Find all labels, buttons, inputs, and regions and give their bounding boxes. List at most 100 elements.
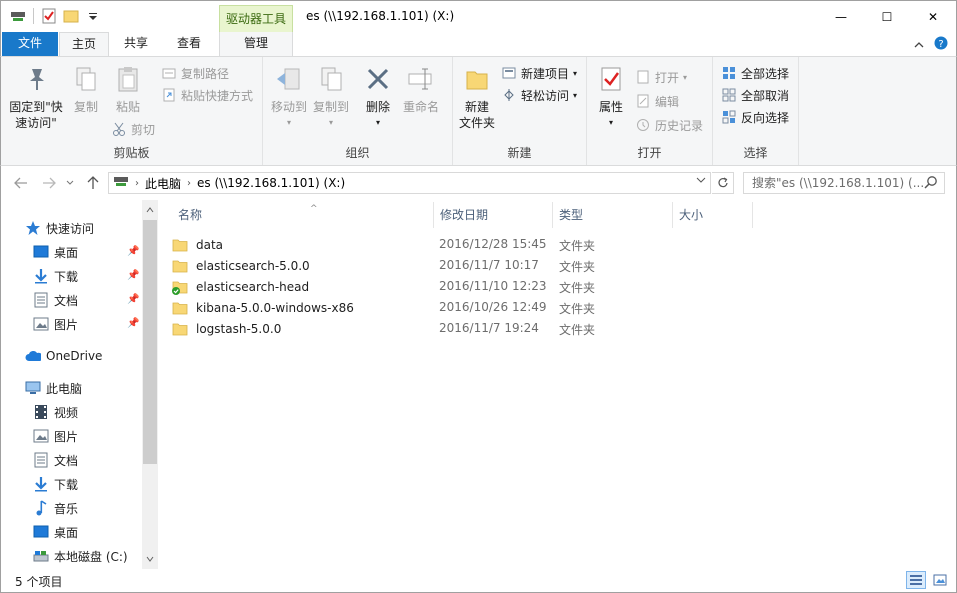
breadcrumb-chevron-icon[interactable]: › — [135, 178, 139, 189]
minimize-button[interactable]: — — [818, 1, 864, 32]
help-icon[interactable]: ? — [934, 36, 948, 53]
select-all-button[interactable]: 全部选择 — [721, 63, 789, 83]
move-to-button[interactable]: 移动到 ▾ — [267, 63, 311, 131]
new-folder-button[interactable]: 新建 文件夹 — [455, 63, 499, 131]
large-icons-view-button[interactable] — [930, 571, 950, 589]
paste-shortcut-button[interactable]: 粘贴快捷方式 — [161, 85, 253, 105]
details-view-button[interactable] — [906, 571, 926, 589]
breadcrumb-current-drive[interactable]: es (\\192.168.1.101) (X:) — [197, 176, 345, 190]
back-arrow-icon — [14, 177, 27, 189]
copy-button[interactable]: 复制 — [69, 63, 103, 115]
nav-this-pc[interactable]: 此电脑 — [25, 377, 82, 399]
organize-group-label: 组织 — [345, 146, 370, 160]
pin-icon[interactable]: 📌 — [127, 246, 139, 257]
open-button[interactable]: 打开 ▾ — [635, 67, 687, 87]
nav-quick-documents[interactable]: 文档 — [33, 289, 78, 311]
tab-file[interactable]: 文件 — [2, 32, 58, 56]
organize-group: 移动到 ▾ 复制到 ▾ 删除 ▾ 重命名 组织 — [263, 57, 453, 165]
properties-button[interactable]: 属性 ▾ — [591, 63, 631, 131]
file-type: 文件夹 — [559, 260, 596, 274]
nav-quick-downloads[interactable]: 下载 — [33, 265, 78, 287]
history-button[interactable]: 历史记录 — [635, 115, 703, 135]
nav-pc-local-disk-c[interactable]: 本地磁盘 (C:) — [33, 545, 128, 567]
invert-selection-icon — [721, 109, 737, 125]
back-button[interactable] — [11, 174, 31, 192]
search-input[interactable]: 搜索"es (\\192.168.1.101) (... — [743, 172, 945, 194]
nav-pc-pictures[interactable]: 图片 — [33, 425, 78, 447]
column-header-size[interactable]: 大小 — [673, 202, 753, 228]
pin-icon[interactable]: 📌 — [127, 294, 139, 305]
properties-icon[interactable] — [40, 7, 58, 25]
copy-to-button[interactable]: 复制到 ▾ — [309, 63, 353, 131]
nav-pc-videos[interactable]: 视频 — [33, 401, 78, 423]
file-row[interactable]: data 2016/12/28 15:45 文件夹 — [172, 234, 732, 255]
easy-access-button[interactable]: 轻松访问 ▾ — [501, 85, 577, 105]
file-row[interactable]: elasticsearch-head 2016/11/10 12:23 文件夹 — [172, 276, 732, 297]
nav-quick-pictures[interactable]: 图片 — [33, 313, 78, 335]
nav-pc-documents[interactable]: 文档 — [33, 449, 78, 471]
pin-quick-access-button[interactable]: 固定到"快 速访问" — [5, 63, 67, 131]
file-type: 文件夹 — [559, 281, 596, 295]
rename-button[interactable]: 重命名 — [399, 63, 443, 115]
navigation-pane: 快速访问 桌面 📌 下载 📌 文档 📌 图片 📌 OneDrive 此电脑 视频… — [0, 200, 158, 569]
refresh-button[interactable] — [712, 172, 734, 194]
scroll-up-button[interactable] — [142, 202, 158, 218]
file-type: 文件夹 — [559, 302, 596, 316]
large-icons-view-icon — [933, 574, 947, 586]
computer-icon — [25, 380, 41, 396]
new-folder-icon[interactable] — [62, 7, 80, 25]
invert-selection-button[interactable]: 反向选择 — [721, 107, 789, 127]
select-none-button[interactable]: 全部取消 — [721, 85, 789, 105]
maximize-button[interactable]: ☐ — [864, 1, 910, 32]
file-row[interactable]: elasticsearch-5.0.0 2016/11/7 10:17 文件夹 — [172, 255, 732, 276]
up-button[interactable] — [83, 174, 103, 192]
file-row[interactable]: kibana-5.0.0-windows-x86 2016/10/26 12:49… — [172, 297, 732, 318]
copy-path-button[interactable]: 复制路径 — [161, 63, 229, 83]
scroll-thumb[interactable] — [143, 220, 157, 464]
pin-icon[interactable]: 📌 — [127, 270, 139, 281]
tab-manage[interactable]: 管理 — [219, 32, 293, 56]
new-item-button[interactable]: 新建项目 ▾ — [501, 63, 577, 83]
maximize-icon: ☐ — [881, 9, 893, 24]
forward-button[interactable] — [39, 174, 59, 192]
up-arrow-icon — [87, 176, 99, 189]
breadcrumb-this-pc[interactable]: 此电脑 — [145, 175, 181, 192]
tab-home[interactable]: 主页 — [59, 32, 109, 56]
chevron-up-icon — [146, 207, 154, 213]
select-group: 全部选择 全部取消 反向选择 选择 — [713, 57, 799, 165]
scroll-down-button[interactable] — [142, 551, 158, 567]
window-title: es (\\192.168.1.101) (X:) — [306, 9, 455, 23]
cut-button[interactable]: 剪切 — [111, 119, 155, 139]
customize-qat-icon[interactable] — [84, 7, 102, 25]
nav-onedrive[interactable]: OneDrive — [25, 345, 102, 367]
column-header-modified[interactable]: 修改日期 — [434, 202, 553, 228]
pin-icon[interactable]: 📌 — [127, 318, 139, 329]
tab-share[interactable]: 共享 — [113, 32, 159, 56]
file-row[interactable]: logstash-5.0.0 2016/11/7 19:24 文件夹 — [172, 318, 732, 339]
nav-pc-downloads[interactable]: 下载 — [33, 473, 78, 495]
picture-icon — [33, 428, 49, 444]
column-header-name[interactable]: 名称 ^ — [172, 202, 434, 228]
column-header-type[interactable]: 类型 — [553, 202, 673, 228]
tab-view[interactable]: 查看 — [165, 32, 213, 56]
nav-quick-desktop[interactable]: 桌面 — [33, 241, 78, 263]
navigation-pane-scrollbar[interactable] — [142, 200, 158, 569]
recent-locations-button[interactable] — [63, 174, 77, 192]
new-group-label: 新建 — [507, 146, 532, 160]
drive-icon[interactable] — [9, 7, 27, 25]
close-button[interactable]: ✕ — [910, 1, 956, 32]
edit-button[interactable]: 编辑 — [635, 91, 679, 111]
nav-pc-music[interactable]: 音乐 — [33, 497, 78, 519]
file-modified-date: 2016/10/26 12:49 — [439, 300, 547, 314]
collapse-ribbon-icon[interactable] — [914, 38, 924, 52]
nav-pc-desktop[interactable]: 桌面 — [33, 521, 78, 543]
download-arrow-icon — [33, 268, 49, 284]
delete-button[interactable]: 删除 ▾ — [361, 63, 395, 131]
address-bar[interactable]: › 此电脑 › es (\\192.168.1.101) (X:) — [108, 172, 711, 194]
paste-button[interactable]: 粘贴 — [109, 63, 147, 115]
copy-icon — [70, 63, 102, 95]
breadcrumb-chevron-icon[interactable]: › — [187, 178, 191, 189]
file-modified-date: 2016/12/28 15:45 — [439, 237, 547, 251]
address-dropdown-icon[interactable] — [696, 176, 706, 187]
nav-quick-access[interactable]: 快速访问 — [25, 217, 94, 239]
